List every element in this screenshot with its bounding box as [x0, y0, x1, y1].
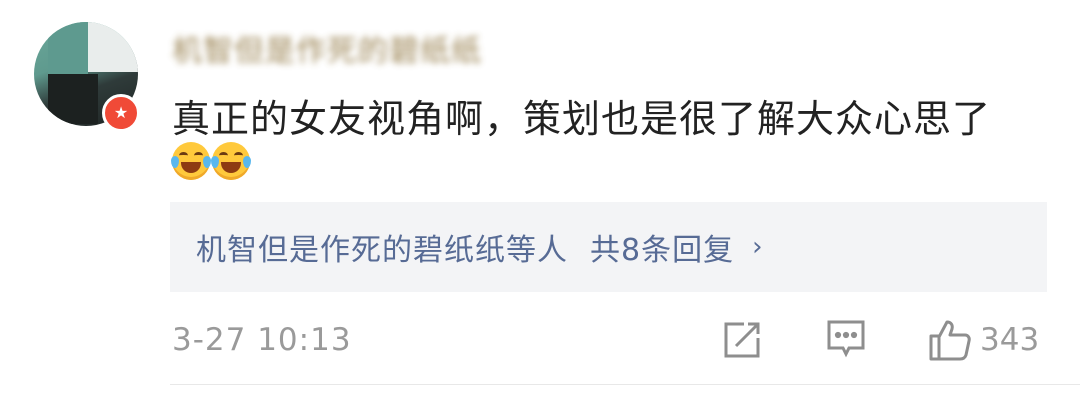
avatar-mosaic-block: [88, 22, 138, 72]
avatar-mosaic-block: [48, 22, 88, 74]
reply-count-label: 共8条回复: [590, 233, 735, 268]
thumbs-up-icon: [929, 320, 971, 361]
share-icon: [724, 322, 760, 358]
comment-button[interactable]: [826, 318, 866, 358]
like-button[interactable]: 343: [928, 318, 1039, 362]
comment-timestamp: 3-27 10:13: [172, 322, 352, 358]
emoji-row: [171, 142, 251, 180]
chevron-right-icon: ›: [752, 232, 764, 262]
comment-username[interactable]: 机智但是作死的碧纸纸: [172, 26, 482, 70]
laugh-cry-emoji-icon: [211, 142, 251, 180]
like-count: 343: [980, 322, 1040, 358]
comment-icon: [827, 320, 865, 358]
divider: [170, 384, 1080, 385]
verified-badge-icon: ★: [102, 94, 140, 132]
comment-text: 真正的女友视角啊，策划也是很了解大众心思了: [172, 97, 992, 141]
share-button[interactable]: [720, 318, 764, 362]
reply-users-label: 机智但是作死的碧纸纸等人: [196, 233, 568, 268]
view-replies-link[interactable]: 机智但是作死的碧纸纸等人 共8条回复 ›: [170, 202, 1047, 292]
laugh-cry-emoji-icon: [171, 142, 211, 180]
avatar-mosaic-block: [48, 74, 98, 124]
